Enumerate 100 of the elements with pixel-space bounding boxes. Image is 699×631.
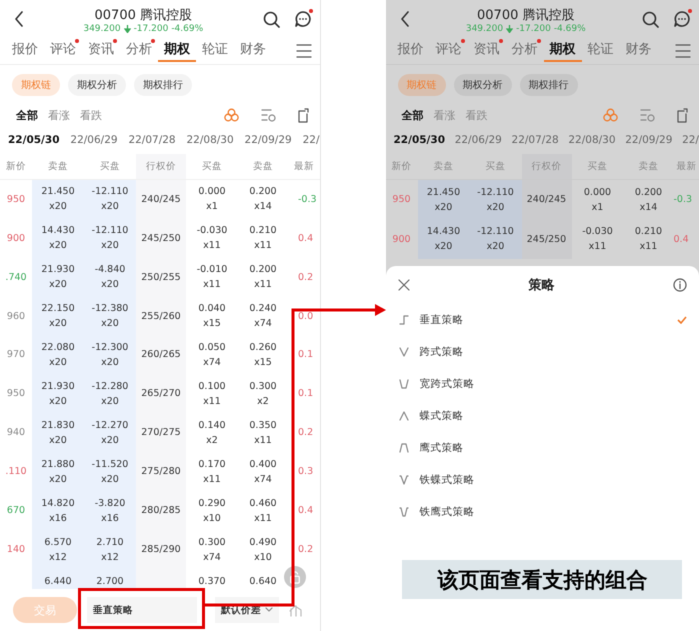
table-cell-text: 0.4 — [297, 504, 314, 518]
expiry-date-tab[interactable]: 22/07/28 — [512, 134, 559, 146]
list-settings-icon[interactable] — [260, 108, 276, 122]
search-icon[interactable] — [642, 10, 659, 28]
strategy-option[interactable]: 垂直策略 — [386, 304, 699, 336]
message-icon[interactable] — [673, 10, 691, 28]
table-cell-text: 0.1 — [297, 387, 314, 402]
table-cell-text: 0.000 x1 — [582, 186, 612, 215]
table-cell-text: 0.1 — [297, 348, 314, 362]
close-icon[interactable] — [398, 279, 410, 291]
expiry-date-tab[interactable]: 22/ — [682, 134, 699, 146]
stock-title: 00700 腾讯控股 — [94, 7, 192, 24]
tab[interactable]: 报价 — [6, 38, 44, 62]
expiry-date-tab[interactable]: 22/09/29 — [625, 134, 672, 146]
column-header: 卖盘 — [432, 160, 454, 174]
tab[interactable]: 资讯 — [82, 38, 120, 62]
table-cell-text: 0.210 x11 — [634, 225, 664, 254]
table-cell: 245/250 — [522, 220, 572, 260]
tab[interactable]: 轮证 — [582, 38, 620, 62]
search-icon[interactable] — [262, 10, 280, 28]
message-icon[interactable] — [294, 10, 312, 28]
table-cell: -12.110 x20 — [470, 180, 522, 220]
table-cell-text: 0.240 x74 — [248, 302, 278, 331]
tab[interactable]: 财务 — [234, 38, 272, 62]
table-cell-text: 0.200 x14 — [634, 186, 664, 215]
strategy-option[interactable]: 宽跨式策略 — [386, 368, 699, 400]
filter-tab[interactable]: 看跌 — [80, 108, 102, 122]
expiry-date-tab[interactable]: 22/ — [302, 134, 320, 146]
share-icon[interactable] — [676, 108, 689, 122]
table-cell: -12.110 x20 — [470, 220, 522, 260]
expiry-date-tab[interactable]: 22/08/30 — [186, 134, 234, 146]
table-cell-text: .740 — [4, 270, 28, 285]
strategy-option[interactable]: 蝶式策略 — [386, 400, 699, 432]
strategy-option[interactable]: 鹰式策略 — [386, 432, 699, 464]
tab[interactable]: 评论 — [430, 38, 468, 62]
back-icon[interactable] — [400, 11, 410, 27]
chip[interactable]: 期权排行 — [134, 74, 192, 96]
expiry-date-tab[interactable]: 22/06/29 — [454, 134, 502, 146]
strategy-label: 铁蝶式策略 — [420, 473, 476, 487]
expiry-date-tab[interactable]: 22/09/29 — [244, 134, 292, 146]
strategy-icon — [398, 505, 410, 519]
tab[interactable]: 期权 — [544, 38, 582, 62]
strategy-label: 蝶式策略 — [420, 409, 464, 423]
table-cell-text: 0.460 x11 — [248, 496, 278, 526]
filter-tab[interactable]: 看涨 — [48, 108, 70, 122]
strategy-option[interactable]: 跨式策略 — [386, 336, 699, 368]
strategy-option[interactable]: 铁蝶式策略 — [386, 464, 699, 496]
table-cell: 21.880 x20 — [32, 452, 84, 492]
share-icon[interactable] — [296, 108, 310, 122]
tab[interactable]: 分析 — [120, 38, 158, 62]
table-cell-text: 960 — [6, 310, 26, 324]
info-icon[interactable] — [673, 278, 687, 292]
chart-icon[interactable] — [289, 603, 303, 617]
table-cell: 6.570 x12 — [32, 530, 84, 570]
strategy-label: 铁鹰式策略 — [420, 505, 476, 519]
price-change: -17.200 — [516, 24, 551, 34]
table-cell-text: 0.140 x2 — [197, 418, 227, 448]
column-header: 最新 — [292, 160, 315, 174]
table-cell-text: 0.370 — [197, 574, 227, 589]
strategy-option[interactable]: 铁鹰式策略 — [386, 496, 699, 528]
strategy-select[interactable]: 垂直策略 — [87, 597, 197, 623]
tab[interactable]: 资讯 — [468, 38, 506, 62]
chip[interactable]: 期权分析 — [454, 74, 512, 96]
tab[interactable]: 评论 — [44, 38, 82, 62]
expiry-date-tab[interactable]: 22/05/30 — [8, 134, 60, 146]
table-cell: 280/285 — [136, 491, 186, 530]
table-cell: 2.710 x12 — [84, 530, 136, 570]
table-cell-text: 0.2 — [297, 426, 314, 440]
table-cell-text: 0.200 x14 — [248, 185, 278, 214]
column-header: 买盘 — [484, 160, 506, 174]
table-cell-text: 0.350 x11 — [248, 418, 278, 448]
filter-tab[interactable]: 全部 — [16, 108, 38, 122]
strategy-icon — [398, 377, 410, 391]
strategy-icon — [398, 345, 410, 359]
table-cell: 245/250 — [136, 218, 186, 258]
chip[interactable]: 期权分析 — [68, 74, 126, 96]
tab[interactable]: 轮证 — [196, 38, 234, 62]
tab[interactable]: 报价 — [392, 38, 430, 62]
table-cell: -4.840 x20 — [84, 258, 136, 297]
tab[interactable]: 期权 — [158, 38, 196, 62]
table-cell-text: .110 — [4, 465, 28, 480]
table-cell-text: -0.030 x11 — [196, 224, 228, 254]
back-icon[interactable] — [14, 11, 24, 27]
expiry-date-tab[interactable]: 22/08/30 — [568, 134, 616, 146]
table-cell: 21.450 x20 — [32, 180, 84, 219]
strategy-icon — [398, 441, 410, 455]
expiry-date-tab[interactable]: 22/07/28 — [128, 134, 176, 146]
filter-tab[interactable]: 全部 — [402, 108, 424, 122]
circles-icon[interactable] — [224, 108, 238, 122]
table-cell: -12.270 x20 — [84, 413, 136, 452]
tab[interactable]: 分析 — [506, 38, 544, 62]
chip[interactable]: 期权排行 — [520, 74, 578, 96]
tab[interactable]: 财务 — [620, 38, 658, 62]
strategy-label: 跨式策略 — [420, 345, 464, 359]
table-cell: -11.520 x20 — [84, 452, 136, 492]
expiry-date-tab[interactable]: 22/05/30 — [394, 134, 446, 146]
table-cell-text: 0.100 x11 — [197, 380, 227, 409]
table-cell: 285/290 — [136, 530, 186, 570]
expiry-date-tab[interactable]: 22/06/29 — [70, 134, 118, 146]
stock-title: 00700 腾讯控股 — [477, 7, 574, 24]
